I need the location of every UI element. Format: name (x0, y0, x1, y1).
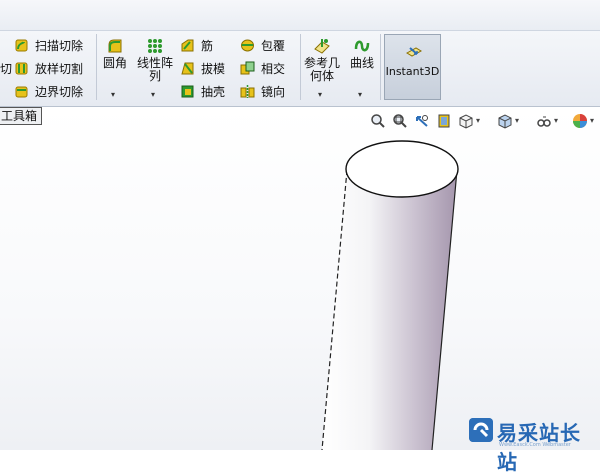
curves-dropdown-arrow[interactable]: ▾ (358, 90, 362, 99)
watermark-logo-icon (469, 418, 493, 442)
ribbon-separator (96, 34, 97, 100)
reference-geometry-label-line2: 何体 (309, 69, 334, 83)
wrap-label: 包覆 (261, 38, 286, 53)
zoom-to-area-icon[interactable] (392, 113, 408, 129)
linear-pattern-button[interactable]: 线性阵 列 (134, 37, 176, 83)
reference-geometry-dropdown-arrow[interactable]: ▾ (318, 90, 322, 99)
loft-cut-button[interactable]: 放样切割 (14, 58, 83, 78)
curves-button[interactable]: 曲线 (348, 37, 376, 70)
boundary-cut-icon (15, 86, 28, 97)
section-view-icon[interactable] (436, 113, 452, 129)
reference-geometry-label-line1: 参考几 (303, 56, 340, 70)
toolbox-tab[interactable]: 工具箱 (0, 107, 42, 125)
previous-view-icon[interactable] (414, 113, 430, 129)
hide-show-items-icon[interactable] (536, 113, 552, 129)
rib-button[interactable]: 筋 (180, 35, 213, 55)
ribbon-top-strip (0, 0, 600, 31)
shell-label: 抽壳 (201, 84, 226, 99)
cut-label: 切 (0, 61, 13, 76)
linear-pattern-icon (148, 39, 162, 53)
view-orientation-icon[interactable] (458, 113, 474, 129)
linear-pattern-dropdown-arrow[interactable]: ▾ (151, 90, 155, 99)
rib-label: 筋 (201, 38, 214, 53)
appearance-icon[interactable] (572, 113, 588, 129)
reference-geometry-icon (314, 39, 330, 54)
ribbon-separator (300, 34, 301, 100)
intersect-icon (240, 61, 255, 74)
hide-show-dropdown-arrow[interactable]: ▾ (554, 116, 558, 125)
draft-button[interactable]: 拔模 (180, 58, 225, 78)
mirror-label: 镜向 (261, 84, 286, 99)
curves-label: 曲线 (349, 56, 374, 70)
wrap-button[interactable]: 包覆 (240, 35, 285, 55)
display-style-dropdown-arrow[interactable]: ▾ (515, 116, 519, 125)
loft-cut-label: 放样切割 (35, 61, 84, 76)
mirror-icon (240, 84, 255, 98)
shell-button[interactable]: 抽壳 (180, 81, 225, 101)
view-orientation-dropdown-arrow[interactable]: ▾ (476, 116, 480, 125)
loft-cut-icon (15, 62, 28, 74)
draft-label: 拔模 (201, 61, 226, 76)
fillet-button[interactable]: 圆角 (102, 37, 128, 70)
cylinder-body (322, 170, 457, 450)
sweep-cut-label: 扫描切除 (35, 38, 84, 53)
fillet-icon (108, 39, 122, 53)
rib-icon (181, 39, 194, 51)
wrap-icon (241, 39, 254, 51)
boundary-cut-button[interactable]: 边界切除 (14, 81, 83, 101)
zoom-to-fit-icon[interactable] (370, 113, 386, 129)
linear-pattern-label-line1: 线性阵 (136, 56, 173, 70)
reference-geometry-button[interactable]: 参考几 何体 (302, 37, 342, 83)
intersect-label: 相交 (261, 61, 286, 76)
instant3d-label: Instant3D (385, 65, 440, 78)
watermark-subtext: Www.Easck.Com Webmaster (499, 442, 571, 448)
command-manager-ribbon: 切 扫描切除 放样切割 边界切除 圆角 ▾ 线性阵 列 ▾ 筋 拔模 抽壳 包覆… (0, 0, 600, 107)
shell-icon (181, 85, 194, 97)
draft-icon (181, 62, 194, 74)
instant3d-icon (406, 47, 422, 57)
sweep-cut-icon (15, 39, 28, 51)
watermark: 易采站长站 Www.Easck.Com Webmaster (465, 414, 600, 474)
toolbox-tab-label: 工具箱 (1, 109, 38, 123)
sweep-cut-button[interactable]: 扫描切除 (14, 35, 83, 55)
ribbon-separator (380, 34, 381, 100)
mirror-button[interactable]: 镜向 (240, 81, 285, 101)
cut-button-partial[interactable]: 切 (0, 58, 12, 78)
intersect-button[interactable]: 相交 (240, 58, 285, 78)
curves-icon (354, 40, 370, 52)
fillet-dropdown-arrow[interactable]: ▾ (111, 90, 115, 99)
instant3d-button[interactable]: Instant3D (384, 34, 441, 100)
cylinder-top-face[interactable] (345, 140, 459, 198)
heads-up-view-toolbar: ▾ ▾ ▾ ▾ (370, 113, 600, 129)
cylinder-model[interactable] (0, 107, 600, 450)
boundary-cut-label: 边界切除 (35, 84, 84, 99)
fillet-label: 圆角 (102, 56, 127, 70)
graphics-viewport[interactable] (0, 107, 600, 450)
linear-pattern-label-line2: 列 (148, 69, 161, 83)
display-style-icon[interactable] (497, 113, 513, 129)
appearance-dropdown-arrow[interactable]: ▾ (590, 116, 594, 125)
